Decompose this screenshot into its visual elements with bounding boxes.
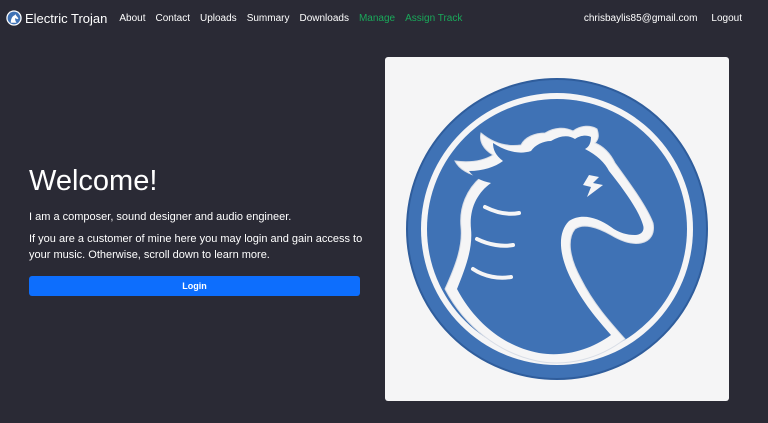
intro-text: I am a composer, sound designer and audi…	[29, 211, 292, 223]
nav-user-area: chrisbaylis85@gmail.com Logout	[584, 13, 762, 24]
navbar: Electric Trojan About Contact Uploads Su…	[0, 0, 768, 36]
nav-uploads[interactable]: Uploads	[200, 13, 237, 24]
brand-link[interactable]: Electric Trojan	[6, 10, 107, 26]
brand-name: Electric Trojan	[25, 10, 108, 26]
user-email[interactable]: chrisbaylis85@gmail.com	[584, 13, 698, 24]
nav-summary[interactable]: Summary	[247, 13, 290, 24]
logout-link[interactable]: Logout	[711, 13, 742, 24]
customer-text: If you are a customer of mine here you m…	[29, 233, 363, 261]
nav-links: About Contact Uploads Summary Downloads …	[119, 13, 472, 24]
login-button[interactable]: Login	[29, 276, 360, 296]
nav-about[interactable]: About	[119, 13, 145, 24]
trojan-horse-logo-icon	[6, 10, 22, 26]
nav-assign-track[interactable]: Assign Track	[405, 13, 462, 24]
hero-text: Welcome! I am a composer, sound designer…	[29, 163, 364, 269]
nav-contact[interactable]: Contact	[156, 13, 190, 24]
hero-image	[385, 57, 729, 401]
nav-manage[interactable]: Manage	[359, 13, 395, 24]
welcome-heading: Welcome!	[29, 165, 158, 197]
nav-downloads[interactable]: Downloads	[299, 13, 348, 24]
trojan-horse-logo-icon	[406, 78, 708, 380]
